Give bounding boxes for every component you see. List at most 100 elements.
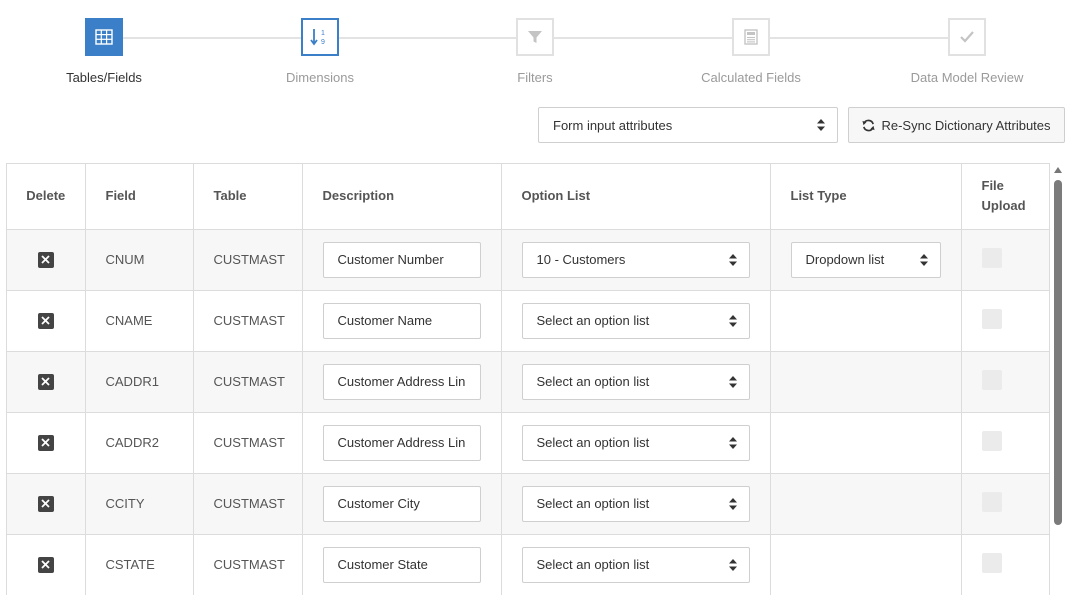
option-list-select[interactable]: Select an option list	[521, 546, 750, 583]
header-file-upload: File Upload	[961, 164, 1049, 230]
wizard-stepper: Tables/Fields 1 9 Dimensions Filters Cal…	[0, 0, 1070, 100]
delete-row-button[interactable]	[37, 373, 54, 390]
vertical-scrollbar[interactable]	[1052, 163, 1064, 595]
file-upload-checkbox[interactable]	[981, 492, 1002, 512]
table-name: CUSTMAST	[193, 534, 303, 595]
scrollbar-thumb[interactable]	[1054, 180, 1062, 525]
select-arrows-icon	[728, 253, 737, 266]
select-arrows-icon	[919, 253, 928, 266]
table-name: CUSTMAST	[193, 229, 303, 291]
description-cell	[302, 534, 502, 595]
option-list-cell: Select an option list	[501, 351, 771, 413]
delete-row-button[interactable]	[37, 495, 54, 512]
option-list-cell: Select an option list	[501, 473, 771, 535]
close-icon	[41, 438, 50, 447]
resync-label: Re-Sync Dictionary Attributes	[881, 117, 1051, 133]
option-list-cell: Select an option list	[501, 412, 771, 474]
calculator-icon	[732, 18, 770, 56]
delete-row-button[interactable]	[37, 434, 54, 451]
description-cell	[302, 229, 502, 291]
list-type-value: Dropdown list	[805, 252, 885, 267]
table-name: CUSTMAST	[193, 412, 303, 474]
description-input[interactable]	[322, 424, 481, 461]
description-input[interactable]	[322, 485, 481, 522]
select-arrows-icon	[817, 119, 825, 131]
file-upload-cell	[961, 473, 1049, 535]
grid-icon	[85, 18, 123, 56]
step-filters[interactable]: Filters	[465, 18, 605, 85]
list-type-cell	[770, 534, 962, 595]
select-arrows-icon	[728, 497, 737, 510]
header-file-upload-line2: Upload	[981, 198, 1026, 214]
attributes-select-value: Form input attributes	[553, 117, 673, 133]
step-calculated-fields[interactable]: Calculated Fields	[681, 18, 821, 85]
option-list-cell: Select an option list	[501, 290, 771, 352]
delete-cell	[7, 473, 86, 535]
file-upload-cell	[961, 412, 1049, 474]
step-data-model-review[interactable]: Data Model Review	[897, 18, 1037, 85]
close-icon	[41, 316, 50, 325]
table-name: CUSTMAST	[193, 290, 303, 352]
delete-cell	[7, 412, 86, 474]
option-list-select[interactable]: Select an option list	[521, 363, 750, 400]
table-row: CSTATECUSTMAST Select an option list	[7, 534, 1049, 595]
header-table: Table	[193, 164, 303, 230]
field-name: CADDR1	[85, 351, 194, 413]
file-upload-checkbox[interactable]	[981, 370, 1002, 390]
table-row: CNUMCUSTMAST 10 - Customers Dropdown list	[7, 229, 1049, 291]
option-list-value: Select an option list	[536, 374, 650, 389]
option-list-value: 10 - Customers	[536, 252, 626, 267]
delete-row-button[interactable]	[37, 312, 54, 329]
option-list-select[interactable]: Select an option list	[521, 424, 750, 461]
field-name: CNUM	[85, 229, 194, 291]
description-cell	[302, 473, 502, 535]
option-list-select[interactable]: Select an option list	[521, 485, 750, 522]
file-upload-checkbox[interactable]	[981, 309, 1002, 329]
field-name: CCITY	[85, 473, 194, 535]
description-cell	[302, 412, 502, 474]
option-list-cell: 10 - Customers	[501, 229, 771, 291]
step-tables-fields[interactable]: Tables/Fields	[34, 18, 174, 85]
select-arrows-icon	[728, 558, 737, 571]
list-type-cell: Dropdown list	[770, 229, 962, 291]
attributes-select[interactable]: Form input attributes	[538, 107, 838, 143]
step-label: Tables/Fields	[66, 70, 142, 85]
option-list-select[interactable]: Select an option list	[521, 302, 750, 339]
table-row: CADDR2CUSTMAST Select an option list	[7, 412, 1049, 474]
header-field: Field	[85, 164, 194, 230]
description-input[interactable]	[322, 546, 481, 583]
list-type-cell	[770, 412, 962, 474]
close-icon	[41, 560, 50, 569]
option-list-value: Select an option list	[536, 496, 650, 511]
description-input[interactable]	[322, 363, 481, 400]
header-file-upload-line1: File	[981, 178, 1004, 194]
header-description: Description	[302, 164, 502, 230]
table-name: CUSTMAST	[193, 473, 303, 535]
field-name: CADDR2	[85, 412, 194, 474]
resync-dictionary-button[interactable]: Re-Sync Dictionary Attributes	[848, 107, 1065, 143]
table-row: CCITYCUSTMAST Select an option list	[7, 473, 1049, 535]
file-upload-cell	[961, 534, 1049, 595]
description-input[interactable]	[322, 241, 481, 278]
file-upload-checkbox[interactable]	[981, 248, 1002, 268]
step-dimensions[interactable]: 1 9 Dimensions	[250, 18, 390, 85]
filter-icon	[516, 18, 554, 56]
delete-row-button[interactable]	[37, 251, 54, 268]
option-list-select[interactable]: 10 - Customers	[521, 241, 750, 278]
delete-row-button[interactable]	[37, 556, 54, 573]
list-type-select[interactable]: Dropdown list	[790, 241, 941, 278]
delete-cell	[7, 229, 86, 291]
description-cell	[302, 351, 502, 413]
svg-text:1: 1	[321, 30, 325, 37]
svg-text:9: 9	[321, 39, 325, 46]
file-upload-checkbox[interactable]	[981, 431, 1002, 451]
file-upload-checkbox[interactable]	[981, 553, 1002, 573]
scroll-up-icon[interactable]	[1054, 167, 1062, 173]
close-icon	[41, 377, 50, 386]
description-input[interactable]	[322, 302, 481, 339]
delete-cell	[7, 534, 86, 595]
delete-cell	[7, 290, 86, 352]
field-name: CNAME	[85, 290, 194, 352]
list-type-cell	[770, 351, 962, 413]
option-list-value: Select an option list	[536, 435, 650, 450]
